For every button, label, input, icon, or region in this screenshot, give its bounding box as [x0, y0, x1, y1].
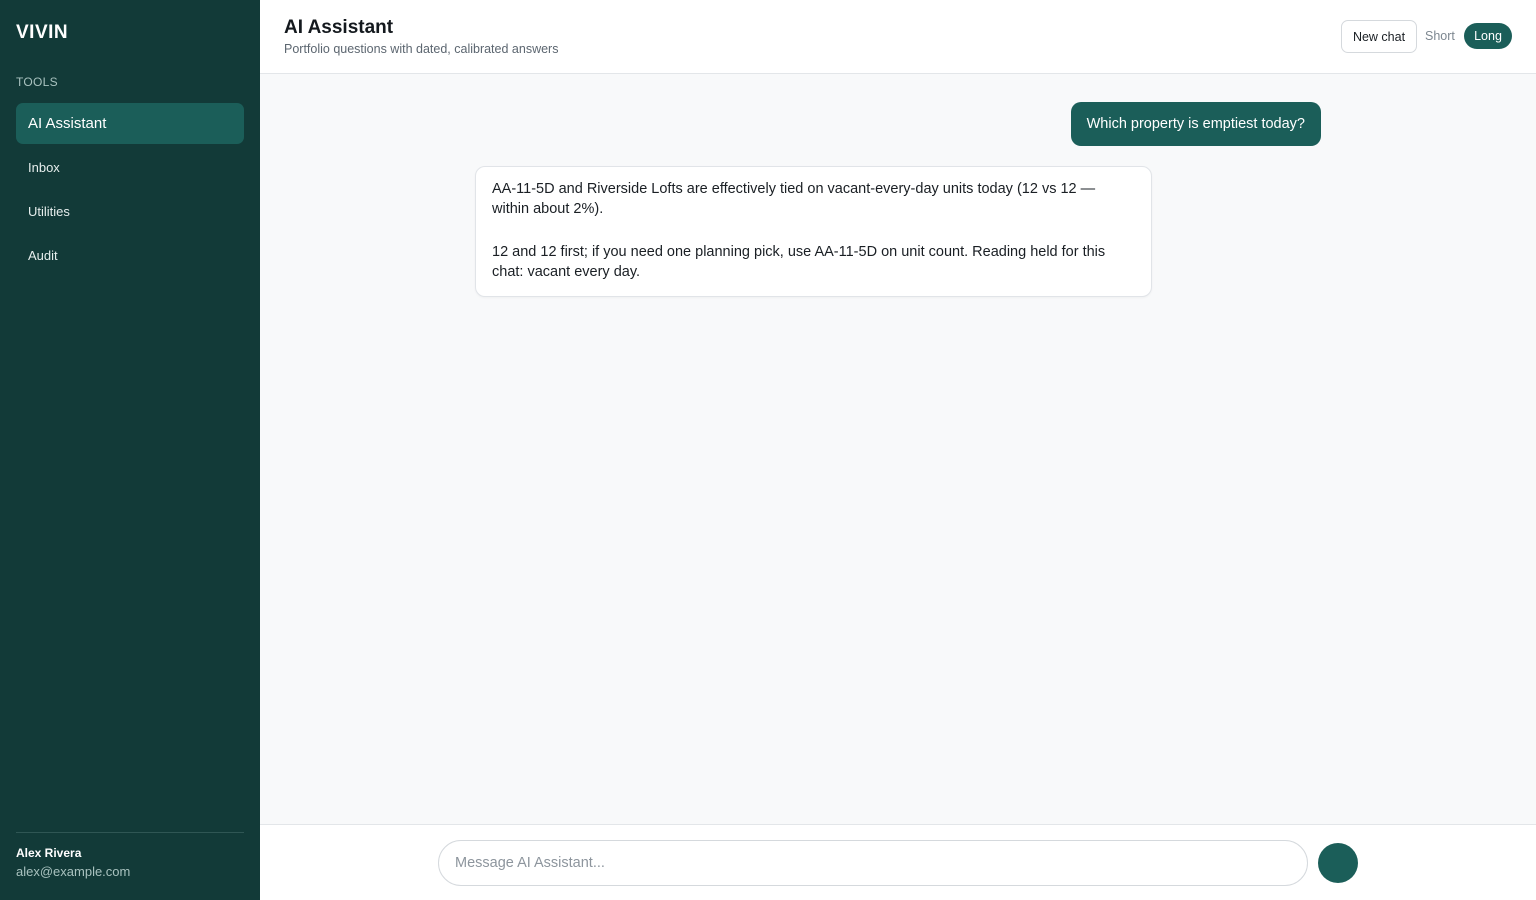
sidebar-nav: AI Assistant Inbox Utilities Audit — [16, 103, 244, 279]
sidebar: VIVIN TOOLS AI Assistant Inbox Utilities… — [0, 0, 260, 900]
sidebar-item-utilities[interactable]: Utilities — [16, 191, 244, 232]
page-header: AI Assistant Portfolio questions with da… — [260, 0, 1536, 74]
message-composer — [260, 824, 1536, 900]
sidebar-item-inbox[interactable]: Inbox — [16, 147, 244, 188]
send-button[interactable] — [1318, 843, 1358, 883]
tools-section-label: TOOLS — [16, 75, 58, 89]
page-title: AI Assistant — [284, 17, 394, 38]
user-email: alex@example.com — [16, 864, 131, 879]
assistant-message-paragraph: AA-11-5D and Riverside Lofts are effecti… — [492, 181, 1096, 217]
user-message: Which property is emptiest today? — [1070, 102, 1321, 146]
new-chat-button[interactable]: New chat — [1341, 20, 1417, 53]
user-name: Alex Rivera — [16, 846, 82, 860]
brand-logo[interactable]: VIVIN — [16, 22, 68, 44]
length-toggle-long[interactable]: Long — [1464, 23, 1512, 49]
page-subtitle: Portfolio questions with dated, calibrat… — [284, 42, 559, 56]
sidebar-item-audit[interactable]: Audit — [16, 235, 244, 276]
sidebar-divider — [16, 832, 244, 833]
length-toggle-short[interactable]: Short — [1422, 23, 1458, 49]
chat-thread: Which property is emptiest today? AA-11-… — [260, 74, 1536, 824]
sidebar-item-ai-assistant[interactable]: AI Assistant — [16, 103, 244, 144]
assistant-message: AA-11-5D and Riverside Lofts are effecti… — [475, 166, 1152, 297]
assistant-message-paragraph: 12 and 12 first; if you need one plannin… — [492, 244, 1106, 280]
message-input[interactable] — [438, 840, 1308, 886]
